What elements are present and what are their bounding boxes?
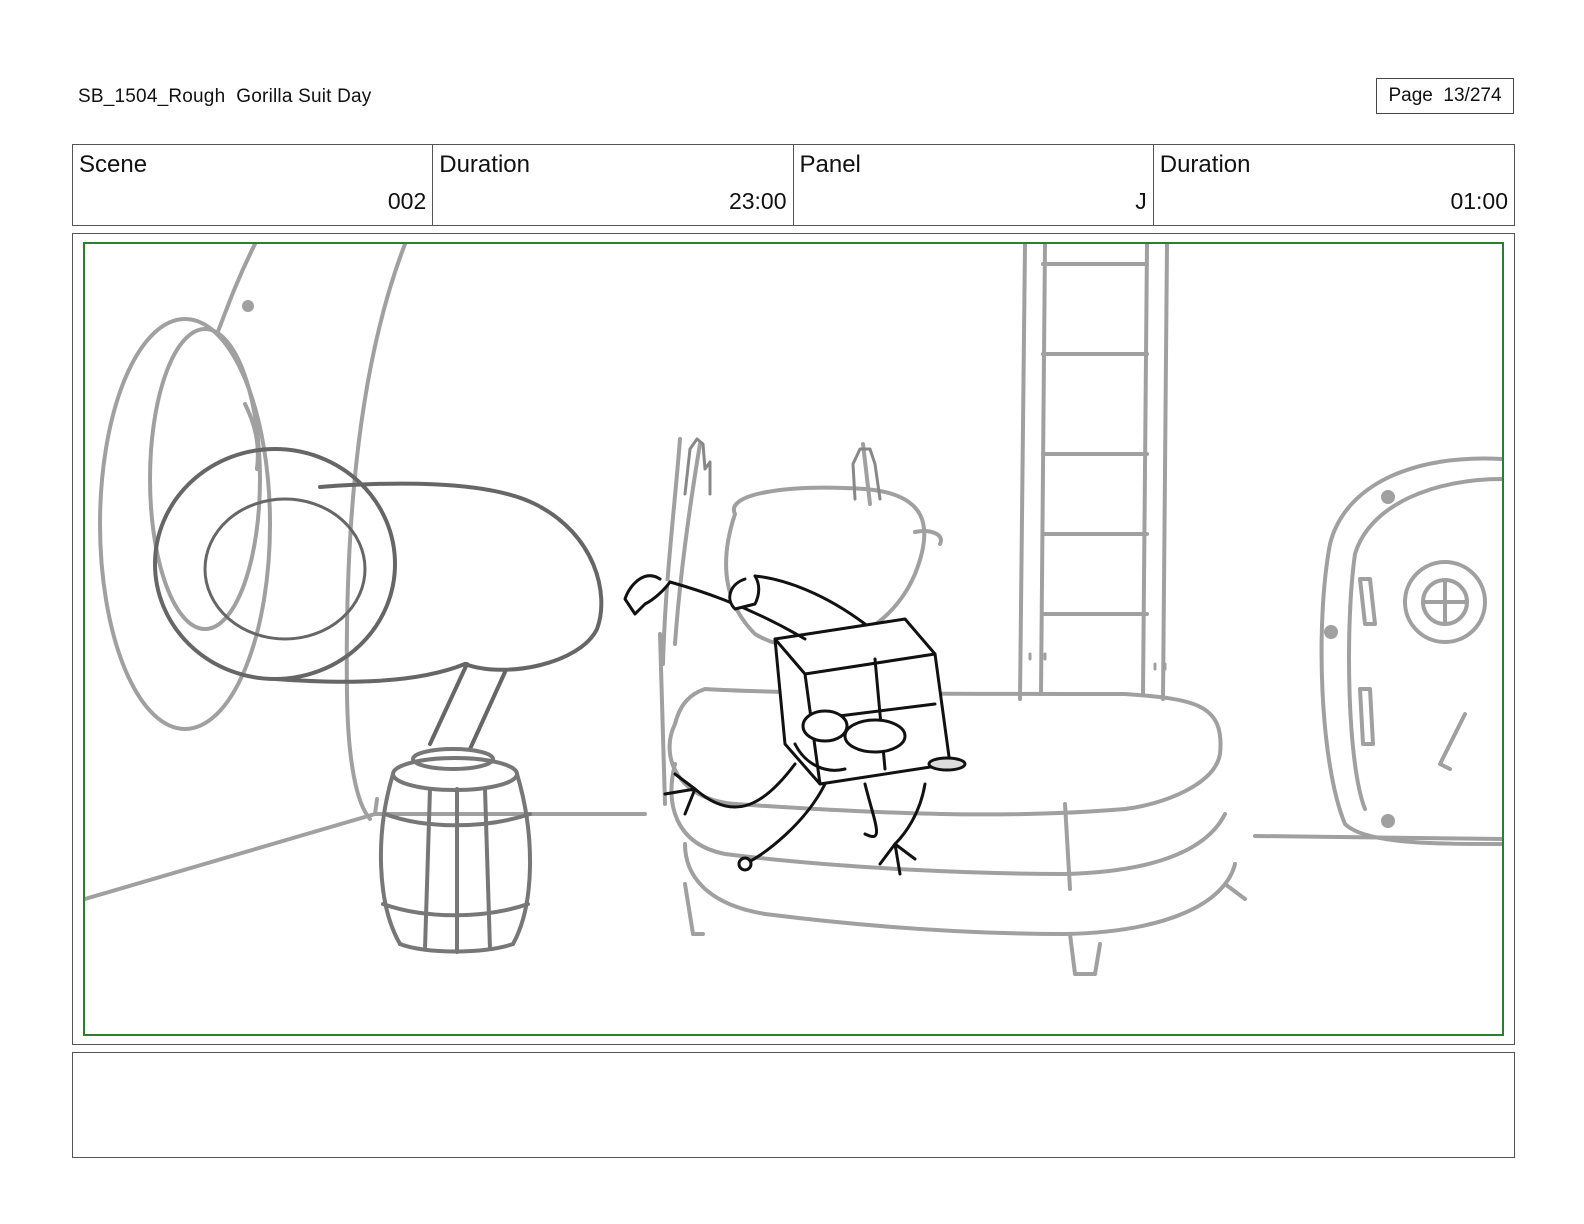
- panel-label: Panel: [799, 151, 861, 178]
- storyboard-panel: [72, 233, 1515, 1045]
- document-title: SB_1504_Rough Gorilla Suit Day: [78, 86, 372, 107]
- scene-value: 002: [387, 188, 427, 214]
- scene-cell: Scene 002: [73, 145, 434, 225]
- scene-duration-value: 23:00: [728, 188, 787, 214]
- phonograph: [153, 447, 604, 751]
- floor-line: [85, 812, 647, 901]
- scene-duration-cell: Duration 23:00: [433, 145, 794, 225]
- barrel: [378, 747, 532, 954]
- bed: [658, 437, 1247, 976]
- panel-duration-cell: Duration 01:00: [1154, 145, 1514, 225]
- safe-area-frame: [83, 242, 1504, 1036]
- wall-curve: [344, 244, 407, 821]
- vault-door: [1319, 456, 1502, 846]
- page-number: Page 13/274: [1376, 78, 1514, 114]
- panel-cell: Panel J: [794, 145, 1154, 225]
- storyboard-sketch: [85, 244, 1502, 976]
- panel-notes: [72, 1052, 1515, 1158]
- panel-duration-value: 01:00: [1450, 188, 1508, 214]
- panel-value: J: [1135, 188, 1147, 214]
- scene-label: Scene: [79, 151, 148, 178]
- panel-info-table: Scene 002 Duration 23:00 Panel J Duratio…: [72, 144, 1515, 226]
- scene-duration-label: Duration: [439, 151, 530, 178]
- ladder: [1018, 244, 1169, 701]
- panel-duration-label: Duration: [1159, 151, 1251, 178]
